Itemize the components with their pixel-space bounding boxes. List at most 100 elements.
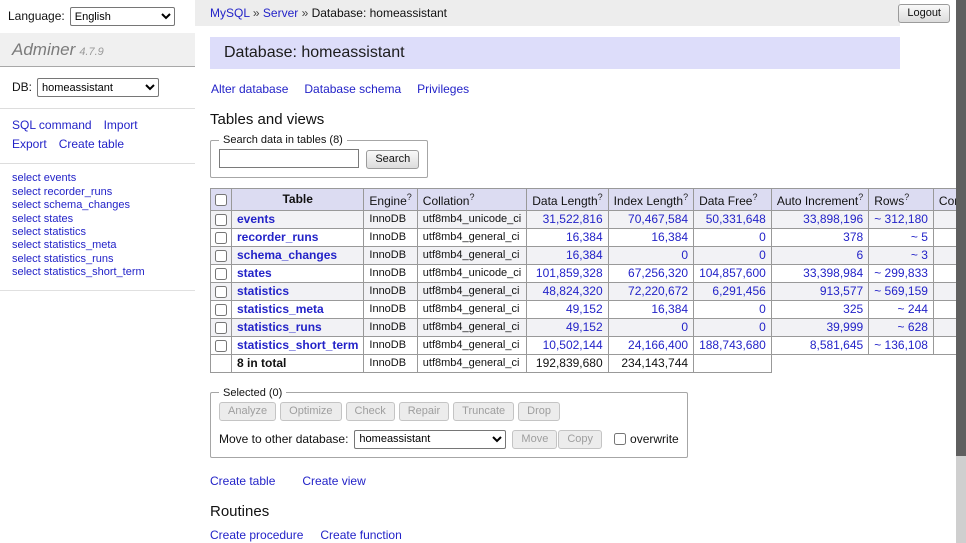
column-help-icon[interactable]: ? (598, 192, 603, 202)
column-help-icon[interactable]: ? (407, 192, 412, 202)
data-length-link[interactable]: 16,384 (566, 248, 603, 262)
auto-increment-link[interactable]: 325 (843, 302, 863, 316)
language-select[interactable]: English (70, 7, 175, 26)
create-view-link[interactable]: Create view (302, 474, 365, 488)
sidebar-action-import[interactable]: Import (104, 118, 138, 132)
bulk-drop-button[interactable]: Drop (518, 402, 560, 421)
auto-increment-link[interactable]: 33,898,196 (803, 212, 863, 226)
column-help-icon[interactable]: ? (469, 192, 474, 202)
sidebar-item-select-events[interactable]: select events (12, 172, 183, 184)
move-move-button[interactable]: Move (512, 430, 557, 449)
sidebar-item-select-statistics[interactable]: select statistics (12, 226, 183, 238)
index-length-link[interactable]: 70,467,584 (628, 212, 688, 226)
index-length-link[interactable]: 16,384 (651, 230, 688, 244)
rows-estimate-link[interactable]: ~ 569,159 (874, 284, 928, 298)
bulk-repair-button[interactable]: Repair (399, 402, 449, 421)
rows-estimate-link[interactable]: ~ 3 (911, 248, 928, 262)
data-length-link[interactable]: 10,502,144 (543, 338, 603, 352)
row-checkbox[interactable] (215, 214, 227, 226)
bulk-analyze-button[interactable]: Analyze (219, 402, 276, 421)
data-length-link[interactable]: 48,824,320 (543, 284, 603, 298)
rows-estimate-link[interactable]: ~ 312,180 (874, 212, 928, 226)
data-free-link[interactable]: 104,857,600 (699, 266, 766, 280)
breadcrumb-link-server[interactable]: Server (263, 6, 298, 20)
sidebar-item-select-states[interactable]: select states (12, 213, 183, 225)
row-checkbox[interactable] (215, 304, 227, 316)
db-action-privileges[interactable]: Privileges (417, 82, 469, 96)
row-checkbox[interactable] (215, 250, 227, 262)
scrollbar[interactable] (956, 0, 966, 543)
sidebar-item-select-statistics-short-term[interactable]: select statistics_short_term (12, 266, 183, 278)
data-length-link[interactable]: 49,152 (566, 320, 603, 334)
auto-increment-link[interactable]: 33,398,984 (803, 266, 863, 280)
rows-estimate-link[interactable]: ~ 244 (898, 302, 928, 316)
db-select[interactable]: homeassistant (37, 78, 159, 97)
table-link-recorder-runs[interactable]: recorder_runs (237, 230, 318, 244)
sidebar-item-select-recorder-runs[interactable]: select recorder_runs (12, 186, 183, 198)
auto-increment-link[interactable]: 6 (857, 248, 864, 262)
bulk-check-button[interactable]: Check (346, 402, 395, 421)
table-link-statistics[interactable]: statistics (237, 284, 289, 298)
data-free-link[interactable]: 6,291,456 (712, 284, 765, 298)
index-length-link[interactable]: 16,384 (651, 302, 688, 316)
bulk-optimize-button[interactable]: Optimize (280, 402, 341, 421)
breadcrumb-link-mysql[interactable]: MySQL (210, 6, 250, 20)
data-free-link[interactable]: 188,743,680 (699, 338, 766, 352)
column-help-icon[interactable]: ? (683, 192, 688, 202)
move-copy-button[interactable]: Copy (558, 430, 602, 449)
table-link-statistics-meta[interactable]: statistics_meta (237, 302, 324, 316)
index-length-link[interactable]: 0 (681, 248, 688, 262)
auto-increment-link[interactable]: 913,577 (820, 284, 863, 298)
data-free-link[interactable]: 50,331,648 (706, 212, 766, 226)
column-help-icon[interactable]: ? (904, 192, 909, 202)
search-button[interactable]: Search (366, 150, 419, 169)
column-help-icon[interactable]: ? (752, 192, 757, 202)
table-link-statistics-runs[interactable]: statistics_runs (237, 320, 322, 334)
data-free-link[interactable]: 0 (759, 320, 766, 334)
row-checkbox[interactable] (215, 286, 227, 298)
rows-estimate-link[interactable]: ~ 628 (898, 320, 928, 334)
create-function-link[interactable]: Create function (320, 528, 401, 542)
create-table-link[interactable]: Create table (210, 474, 275, 488)
data-free-link[interactable]: 0 (759, 248, 766, 262)
bulk-truncate-button[interactable]: Truncate (453, 402, 514, 421)
rows-estimate-link[interactable]: ~ 136,108 (874, 338, 928, 352)
rows-estimate-link[interactable]: ~ 299,833 (874, 266, 928, 280)
table-link-schema-changes[interactable]: schema_changes (237, 248, 337, 262)
sidebar-action-export[interactable]: Export (12, 137, 47, 151)
data-length-link[interactable]: 31,522,816 (543, 212, 603, 226)
index-length-link[interactable]: 0 (681, 320, 688, 334)
index-length-link[interactable]: 67,256,320 (628, 266, 688, 280)
data-length-link[interactable]: 49,152 (566, 302, 603, 316)
row-checkbox[interactable] (215, 232, 227, 244)
row-checkbox[interactable] (215, 340, 227, 352)
index-length-link[interactable]: 24,166,400 (628, 338, 688, 352)
index-length-link[interactable]: 72,220,672 (628, 284, 688, 298)
auto-increment-link[interactable]: 8,581,645 (810, 338, 863, 352)
sidebar-item-select-statistics-meta[interactable]: select statistics_meta (12, 239, 183, 251)
sidebar-item-select-schema-changes[interactable]: select schema_changes (12, 199, 183, 211)
sidebar-action-create-table[interactable]: Create table (59, 137, 124, 151)
overwrite-checkbox[interactable] (614, 433, 626, 445)
move-db-select[interactable]: homeassistant (354, 430, 506, 449)
table-link-states[interactable]: states (237, 266, 272, 280)
sidebar-item-select-statistics-runs[interactable]: select statistics_runs (12, 253, 183, 265)
select-all-checkbox[interactable] (215, 194, 227, 206)
db-action-alter-database[interactable]: Alter database (211, 82, 288, 96)
rows-estimate-link[interactable]: ~ 5 (911, 230, 928, 244)
auto-increment-link[interactable]: 39,999 (827, 320, 864, 334)
table-link-statistics-short-term[interactable]: statistics_short_term (237, 338, 358, 352)
data-free-link[interactable]: 0 (759, 302, 766, 316)
app-name-link[interactable]: Adminer (12, 40, 75, 59)
create-procedure-link[interactable]: Create procedure (210, 528, 303, 542)
db-action-database-schema[interactable]: Database schema (304, 82, 401, 96)
sidebar-action-sql-command[interactable]: SQL command (12, 118, 92, 132)
auto-increment-link[interactable]: 378 (843, 230, 863, 244)
scrollbar-thumb[interactable] (956, 0, 966, 456)
data-length-link[interactable]: 16,384 (566, 230, 603, 244)
column-help-icon[interactable]: ? (858, 192, 863, 202)
data-free-link[interactable]: 0 (759, 230, 766, 244)
search-input[interactable] (219, 149, 359, 168)
table-link-events[interactable]: events (237, 212, 275, 226)
logout-button[interactable]: Logout (898, 4, 950, 23)
